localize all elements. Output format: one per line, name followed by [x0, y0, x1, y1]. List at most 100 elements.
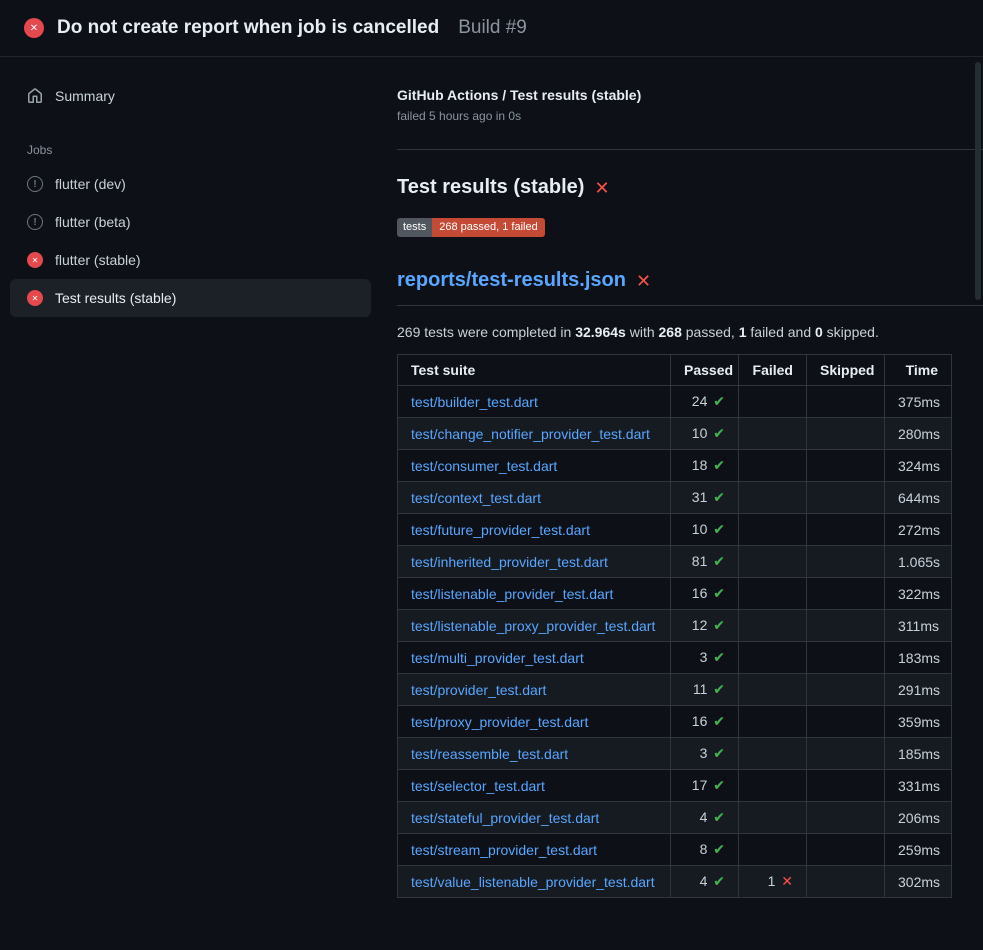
time-cell: 302ms [885, 866, 952, 898]
time-cell: 185ms [885, 738, 952, 770]
passed-check-icon: ✔ [713, 841, 725, 857]
suite-cell: test/stream_provider_test.dart [398, 834, 671, 866]
sidebar-item-job[interactable]: !flutter (dev) [10, 165, 371, 203]
column-header: Passed [671, 355, 739, 386]
sidebar-item-summary[interactable]: Summary [10, 79, 371, 113]
test-suite-link[interactable]: test/multi_provider_test.dart [411, 650, 584, 666]
test-suite-link[interactable]: test/value_listenable_provider_test.dart [411, 874, 655, 890]
test-suite-link[interactable]: test/proxy_provider_test.dart [411, 714, 588, 730]
skipped-cell [807, 834, 885, 866]
test-suite-link[interactable]: test/builder_test.dart [411, 394, 538, 410]
suite-cell: test/change_notifier_provider_test.dart [398, 418, 671, 450]
passed-check-icon: ✔ [713, 553, 725, 569]
skipped-cell [807, 546, 885, 578]
failed-cell [739, 386, 807, 418]
test-suite-link[interactable]: test/stateful_provider_test.dart [411, 810, 599, 826]
table-row: test/stateful_provider_test.dart4 ✔206ms [398, 802, 952, 834]
table-row: test/listenable_proxy_provider_test.dart… [398, 610, 952, 642]
table-row: test/stream_provider_test.dart8 ✔259ms [398, 834, 952, 866]
failed-cell [739, 514, 807, 546]
test-suite-link[interactable]: test/reassemble_test.dart [411, 746, 568, 762]
sidebar-item-job[interactable]: ✕flutter (stable) [10, 241, 371, 279]
failed-status-icon: ✕ [24, 18, 44, 38]
run-title: Do not create report when job is cancell… [57, 17, 439, 39]
skipped-cell [807, 706, 885, 738]
test-suite-link[interactable]: test/listenable_proxy_provider_test.dart [411, 618, 655, 634]
passed-check-icon: ✔ [713, 681, 725, 697]
time-cell: 291ms [885, 674, 952, 706]
passed-check-icon: ✔ [713, 873, 725, 889]
failed-cell [739, 674, 807, 706]
passed-check-icon: ✔ [713, 457, 725, 473]
skipped-cell [807, 450, 885, 482]
badge-value: 268 passed, 1 failed [432, 218, 544, 237]
passed-check-icon: ✔ [713, 521, 725, 537]
failed-cell [739, 706, 807, 738]
job-label: flutter (beta) [55, 214, 130, 230]
sidebar-item-job[interactable]: !flutter (beta) [10, 203, 371, 241]
test-suite-link[interactable]: test/stream_provider_test.dart [411, 842, 597, 858]
time-cell: 280ms [885, 418, 952, 450]
table-header-row: Test suitePassedFailedSkippedTime [398, 355, 952, 386]
suite-cell: test/provider_test.dart [398, 674, 671, 706]
table-row: test/reassemble_test.dart3 ✔185ms [398, 738, 952, 770]
main-content: GitHub Actions / Test results (stable) f… [381, 57, 983, 898]
time-cell: 311ms [885, 610, 952, 642]
column-header: Test suite [398, 355, 671, 386]
test-suite-link[interactable]: test/consumer_test.dart [411, 458, 557, 474]
passed-check-icon: ✔ [713, 713, 725, 729]
vertical-scrollbar[interactable] [975, 62, 981, 300]
breadcrumb: GitHub Actions / Test results (stable) [397, 87, 983, 103]
divider [397, 149, 983, 150]
home-icon [27, 88, 43, 104]
suite-cell: test/builder_test.dart [398, 386, 671, 418]
skipped-cell [807, 866, 885, 898]
failed-cell [739, 770, 807, 802]
suite-cell: test/future_provider_test.dart [398, 514, 671, 546]
test-suite-link[interactable]: test/inherited_provider_test.dart [411, 554, 608, 570]
test-suite-link[interactable]: test/listenable_provider_test.dart [411, 586, 613, 602]
suite-cell: test/consumer_test.dart [398, 450, 671, 482]
table-row: test/change_notifier_provider_test.dart1… [398, 418, 952, 450]
test-suite-link[interactable]: test/selector_test.dart [411, 778, 545, 794]
suite-cell: test/value_listenable_provider_test.dart [398, 866, 671, 898]
neutral-status-icon: ! [27, 176, 43, 192]
test-suite-link[interactable]: test/future_provider_test.dart [411, 522, 590, 538]
report-file-link[interactable]: reports/test-results.json [397, 269, 626, 292]
failed-cell [739, 578, 807, 610]
table-row: test/context_test.dart31 ✔644ms [398, 482, 952, 514]
suite-cell: test/listenable_proxy_provider_test.dart [398, 610, 671, 642]
failed-x-icon: ✕ [594, 179, 609, 197]
failed-cell [739, 546, 807, 578]
failed-cell: 1 ✕ [739, 866, 807, 898]
skipped-cell [807, 482, 885, 514]
job-label: Test results (stable) [55, 290, 176, 306]
section-title-text: Test results (stable) [397, 176, 584, 199]
run-status-line: failed 5 hours ago in 0s [397, 109, 983, 123]
sidebar-item-job[interactable]: ✕Test results (stable) [10, 279, 371, 317]
skipped-cell [807, 610, 885, 642]
passed-cell: 4 ✔ [671, 802, 739, 834]
test-suite-link[interactable]: test/change_notifier_provider_test.dart [411, 426, 650, 442]
test-suite-link[interactable]: test/provider_test.dart [411, 682, 546, 698]
passed-check-icon: ✔ [713, 649, 725, 665]
passed-check-icon: ✔ [713, 489, 725, 505]
suite-cell: test/stateful_provider_test.dart [398, 802, 671, 834]
passed-cell: 11 ✔ [671, 674, 739, 706]
suite-cell: test/multi_provider_test.dart [398, 642, 671, 674]
column-header: Skipped [807, 355, 885, 386]
table-row: test/proxy_provider_test.dart16 ✔359ms [398, 706, 952, 738]
skipped-cell [807, 386, 885, 418]
passed-cell: 18 ✔ [671, 450, 739, 482]
time-cell: 324ms [885, 450, 952, 482]
passed-cell: 10 ✔ [671, 514, 739, 546]
skipped-cell [807, 642, 885, 674]
skipped-cell [807, 418, 885, 450]
failed-cell [739, 610, 807, 642]
time-cell: 331ms [885, 770, 952, 802]
time-cell: 375ms [885, 386, 952, 418]
passed-cell: 16 ✔ [671, 578, 739, 610]
test-suite-link[interactable]: test/context_test.dart [411, 490, 541, 506]
time-cell: 183ms [885, 642, 952, 674]
passed-check-icon: ✔ [713, 617, 725, 633]
